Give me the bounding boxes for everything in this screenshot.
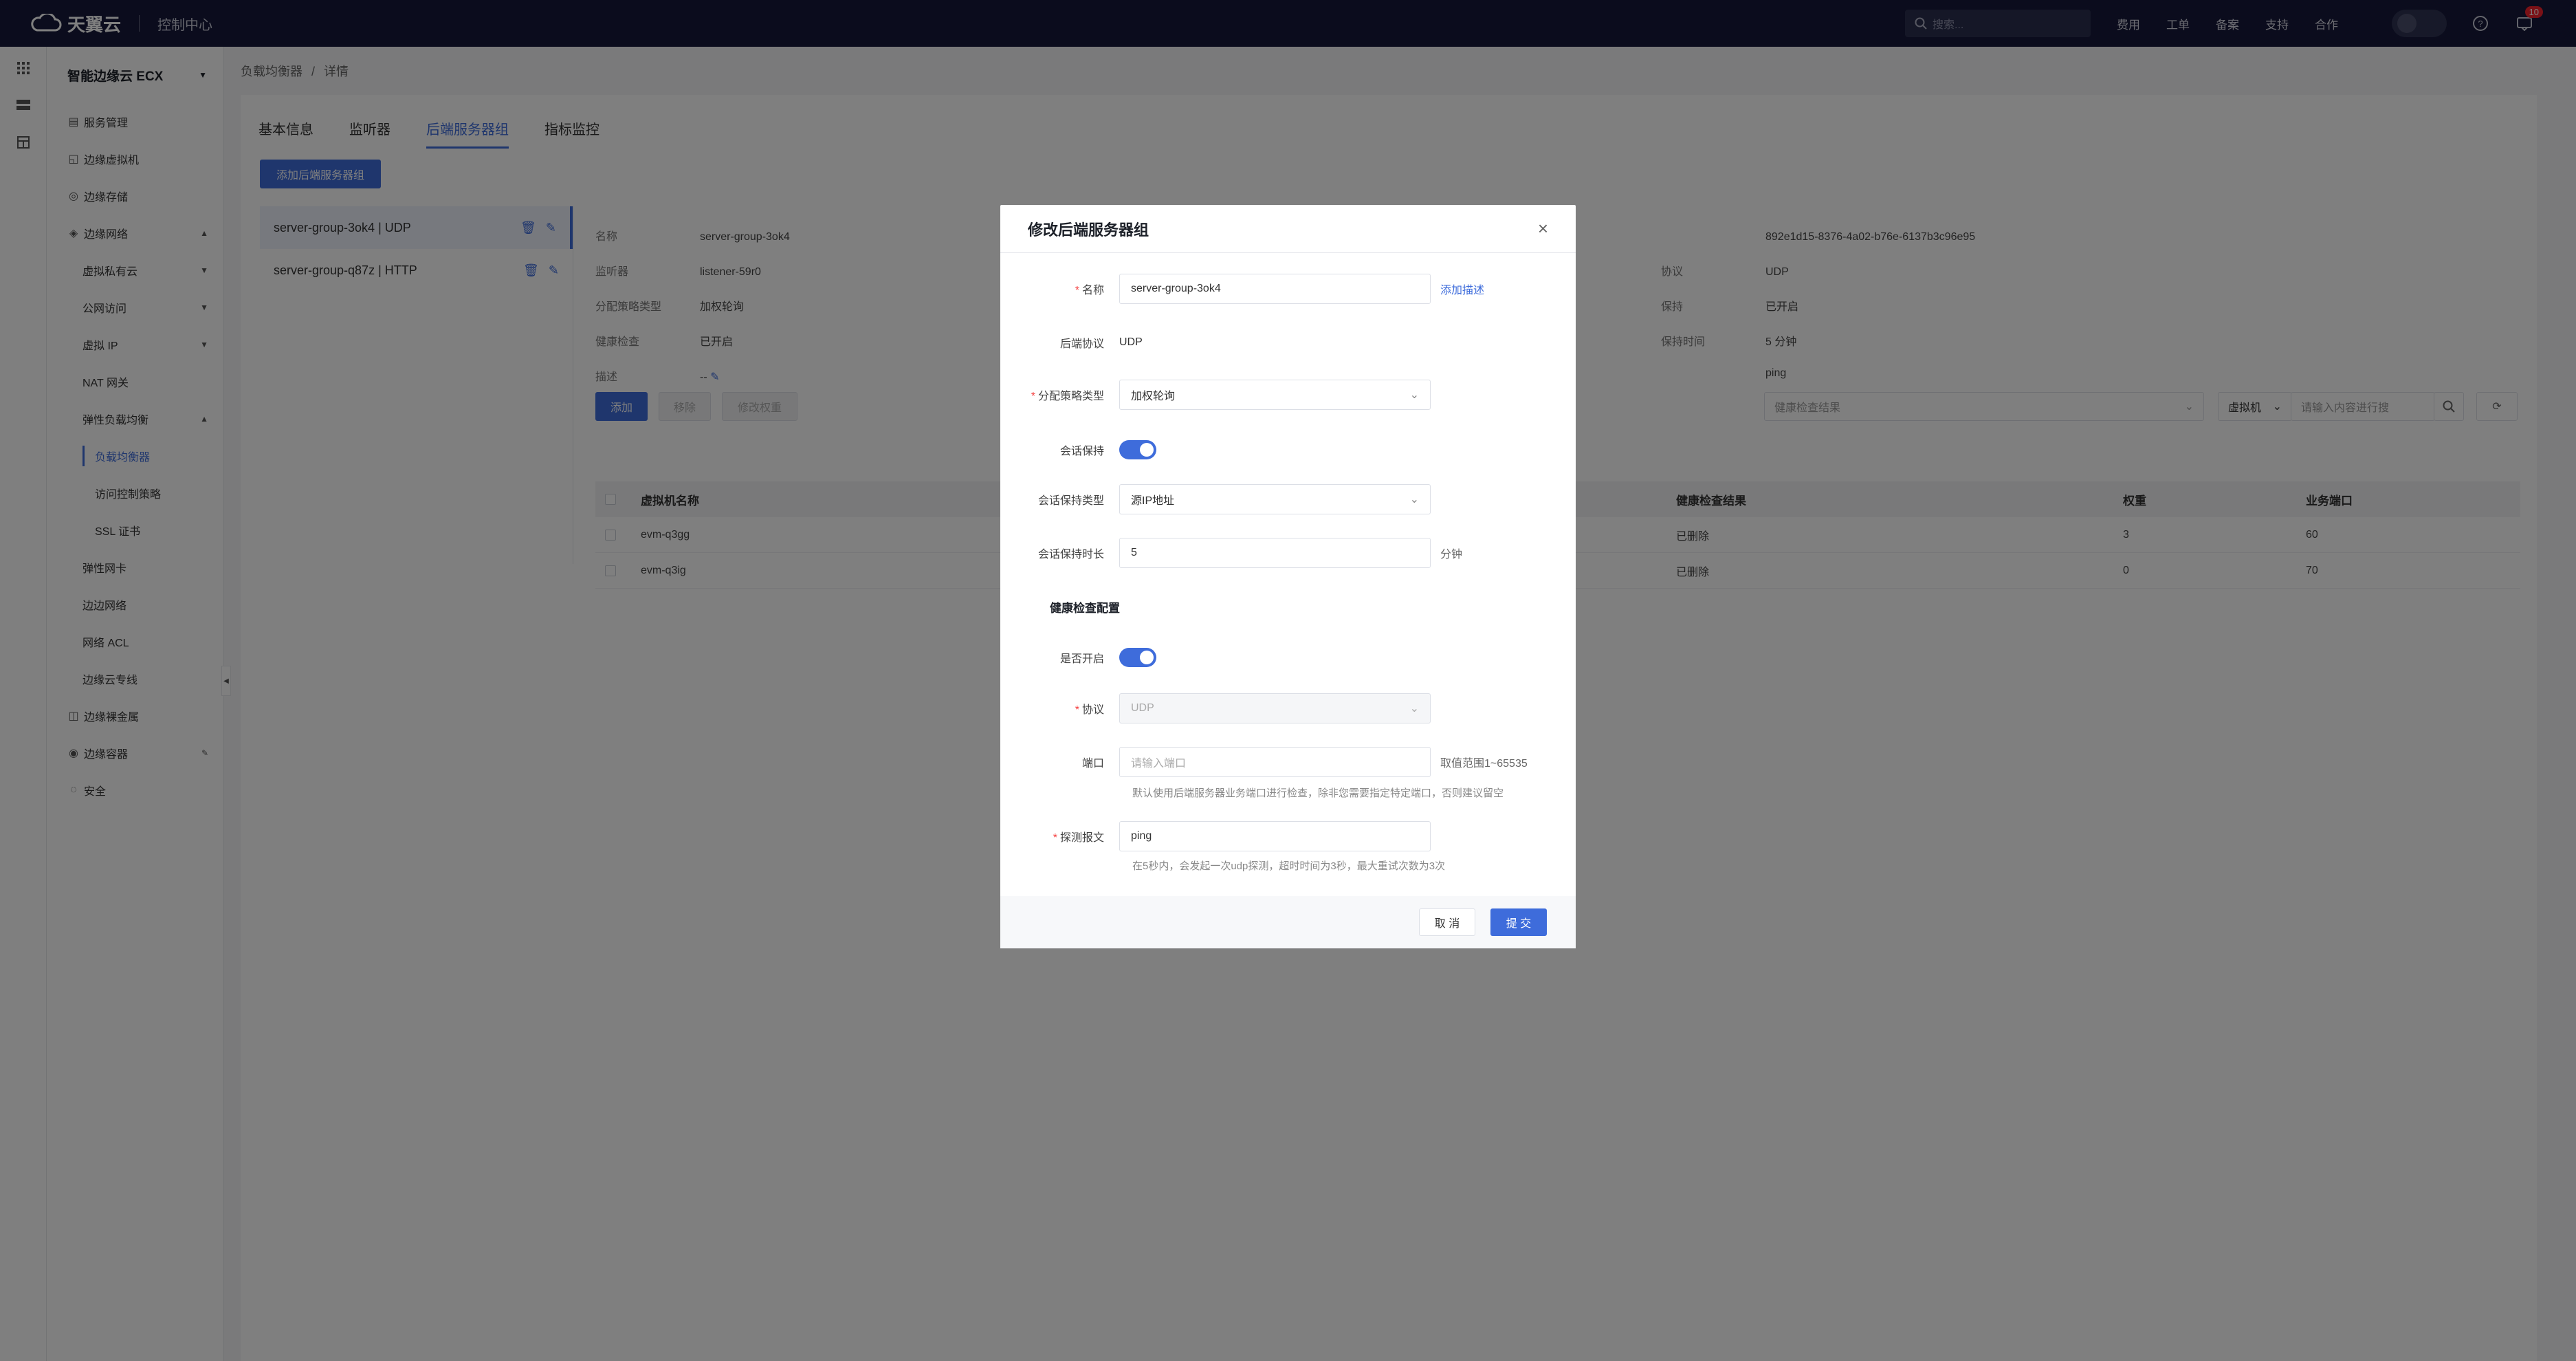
probe-row: * 探测报文 ping [1000,821,1576,851]
session-time-label: 会话保持时长 [1037,549,1104,560]
enabled-label: 是否开启 [1059,653,1104,665]
session-time-unit: 分钟 [1440,549,1463,560]
port-input[interactable]: 请输入端口 [1119,747,1431,777]
close-icon[interactable]: × [1538,218,1548,239]
session-toggle[interactable] [1119,440,1156,459]
chevron-down-icon: ⌄ [1409,703,1419,715]
name-label: * 名称 [1075,285,1104,296]
health-check-section-title: 健康检查配置 [1050,602,1120,615]
policy-value: 加权轮询 [1131,391,1176,402]
session-type-row: 会话保持类型 源IP地址 ⌄ [1000,484,1576,514]
policy-row: * 分配策略类型 加权轮询 ⌄ [1000,380,1576,410]
hc-protocol-row: * 协议 UDP ⌄ [1000,693,1576,723]
probe-label: * 探测报文 [1053,832,1104,844]
submit-button[interactable]: 提 交 [1490,908,1547,936]
chevron-down-icon: ⌄ [1409,389,1419,401]
edit-backend-group-dialog: 修改后端服务器组 × * 名称 server-group-3ok4 添加描述 后端… [1000,205,1576,948]
session-label: 会话保持 [1059,446,1104,457]
policy-label: * 分配策略类型 [1031,391,1104,402]
dialog-header: 修改后端服务器组 × [1000,205,1576,253]
chevron-down-icon: ⌄ [1409,494,1419,505]
policy-select[interactable]: 加权轮询 ⌄ [1119,380,1431,410]
add-description-link[interactable]: 添加描述 [1440,281,1484,297]
protocol-label: 后端协议 [1059,338,1104,350]
port-range-hint: 取值范围1~65535 [1440,758,1528,770]
name-value: server-group-3ok4 [1131,283,1221,294]
health-check-toggle[interactable] [1119,648,1156,667]
hc-protocol-value: UDP [1131,702,1154,714]
probe-value: ping [1131,830,1152,842]
dialog-title: 修改后端服务器组 [1028,221,1149,239]
session-type-value: 源IP地址 [1131,495,1175,507]
port-hint: 默认使用后端服务器业务端口进行检查，除非您需要指定特定端口，否则建议留空 [1132,787,1504,799]
session-row: 会话保持 [1000,435,1576,465]
name-input[interactable]: server-group-3ok4 [1119,274,1431,304]
enabled-row: 是否开启 [1000,642,1576,673]
port-placeholder: 请输入端口 [1131,758,1187,770]
session-time-value: 5 [1131,547,1137,558]
protocol-value: UDP [1119,336,1143,348]
session-time-row: 会话保持时长 5 分钟 [1000,538,1576,568]
probe-input[interactable]: ping [1119,821,1431,851]
dialog-footer: 取 消 提 交 [1000,896,1576,948]
session-type-label: 会话保持类型 [1037,495,1104,507]
session-type-select[interactable]: 源IP地址 ⌄ [1119,484,1431,514]
port-label: 端口 [1081,758,1104,770]
hc-protocol-select[interactable]: UDP ⌄ [1119,693,1431,723]
name-row: * 名称 server-group-3ok4 添加描述 [1000,274,1576,304]
cancel-button[interactable]: 取 消 [1419,908,1475,936]
hc-protocol-label: * 协议 [1075,704,1104,716]
port-row: 端口 请输入端口 取值范围1~65535 [1000,747,1576,777]
probe-hint: 在5秒内，会发起一次udp探测，超时时间为3秒，最大重试次数为3次 [1132,860,1446,872]
session-time-input[interactable]: 5 [1119,538,1431,568]
protocol-row: 后端协议 UDP [1000,327,1576,358]
